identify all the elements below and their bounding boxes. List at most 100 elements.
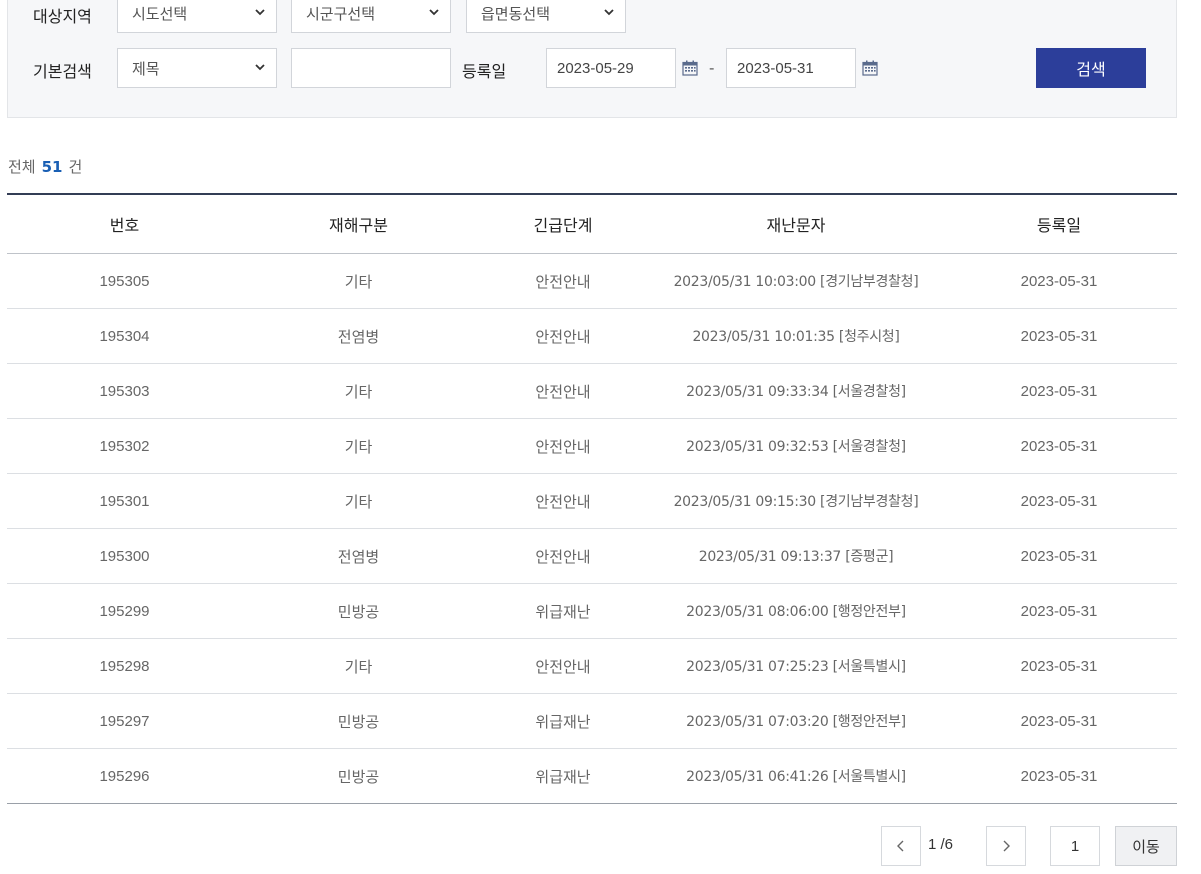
cell-disaster-type: 민방공 [337,712,380,731]
cell-reg-date: 2023-05-31 [1020,437,1098,455]
total-count-value: 51 [41,158,63,176]
cell-emergency-level: 안전안내 [535,437,591,456]
cell-disaster-type: 기타 [344,272,373,291]
cell-emergency-level: 위급재난 [535,602,591,621]
cell-reg-date: 2023-05-31 [1020,712,1098,730]
total-prefix: 전체 [8,158,36,176]
cell-emergency-level: 안전안내 [535,547,591,566]
prev-page-button[interactable] [881,826,921,866]
cell-message[interactable]: 2023/05/31 09:32:53 [서울경찰청] [651,436,941,456]
search-keyword-input[interactable] [291,48,451,88]
cell-number: 195303 [99,382,150,400]
table-body: 195305 기타 안전안내 2023/05/31 10:03:00 [경기남부경찰청… [7,254,1177,804]
table-row[interactable]: 195297 민방공 위급재난 2023/05/31 07:03:20 [행정안전부]… [7,694,1177,749]
table-row[interactable]: 195296 민방공 위급재난 2023/05/31 06:41:26 [서울특별시]… [7,749,1177,804]
cell-number: 195299 [99,602,150,620]
chevron-down-icon [255,9,265,16]
search-field-select[interactable]: 제목 [117,48,277,88]
disaster-message-table: 번호 재해구분 긴급단계 재난문자 등록일 195305 기타 안전안내 2023/0… [7,193,1177,804]
cell-message[interactable]: 2023/05/31 07:25:23 [서울특별시] [651,656,941,676]
cell-number: 195301 [99,492,150,510]
chevron-left-icon [897,840,904,852]
search-button[interactable]: 검색 [1036,48,1146,88]
cell-number: 195298 [99,657,150,675]
cell-emergency-level: 안전안내 [535,272,591,291]
date-separator: - [709,59,715,77]
cell-reg-date: 2023-05-31 [1020,382,1098,400]
next-page-button[interactable] [986,826,1026,866]
table-row[interactable]: 195300 전염병 안전안내 2023/05/31 09:13:37 [증평군] 20… [7,529,1177,584]
table-row[interactable]: 195303 기타 안전안내 2023/05/31 09:33:34 [서울경찰청] 2… [7,364,1177,419]
header-disaster-type: 재해구분 [329,216,388,235]
cell-reg-date: 2023-05-31 [1020,492,1098,510]
cell-number: 195304 [99,327,150,345]
cell-emergency-level: 안전안내 [535,382,591,401]
cell-message[interactable]: 2023/05/31 10:01:35 [청주시청] [651,326,941,346]
table-row[interactable]: 195304 전염병 안전안내 2023/05/31 10:01:35 [청주시청] 2… [7,309,1177,364]
table-row[interactable]: 195301 기타 안전안내 2023/05/31 09:15:30 [경기남부경찰청… [7,474,1177,529]
cell-emergency-level: 위급재난 [535,767,591,786]
cell-disaster-type: 전염병 [337,327,380,346]
cell-disaster-type: 민방공 [337,767,380,786]
region-label: 대상지역 [33,7,92,26]
chevron-down-icon [429,9,439,16]
total-suffix: 건 [68,158,83,176]
cell-message[interactable]: 2023/05/31 09:13:37 [증평군] [651,546,941,566]
calendar-icon[interactable] [862,60,878,76]
date-to-input[interactable]: 2023-05-31 [726,48,856,88]
cell-number: 195297 [99,712,150,730]
cell-disaster-type: 전염병 [337,547,380,566]
cell-reg-date: 2023-05-31 [1020,547,1098,565]
table-row[interactable]: 195299 민방공 위급재난 2023/05/31 08:06:00 [행정안전부]… [7,584,1177,639]
table-row[interactable]: 195298 기타 안전안내 2023/05/31 07:25:23 [서울특별시] 2… [7,639,1177,694]
go-page-button[interactable]: 이동 [1115,826,1177,866]
cell-reg-date: 2023-05-31 [1020,657,1098,675]
cell-number: 195305 [99,272,150,290]
cell-message[interactable]: 2023/05/31 10:03:00 [경기남부경찰청] [651,271,941,291]
date-from-input[interactable]: 2023-05-29 [546,48,676,88]
cell-number: 195300 [99,547,150,565]
cell-message[interactable]: 2023/05/31 09:15:30 [경기남부경찰청] [651,491,941,511]
chevron-down-icon [255,64,265,71]
sido-select-value: 시도선택 [132,4,188,23]
table-header: 번호 재해구분 긴급단계 재난문자 등록일 [7,195,1177,254]
total-count: 전체 51 건 [8,156,82,177]
cell-message[interactable]: 2023/05/31 09:33:34 [서울경찰청] [651,381,941,401]
search-field-select-value: 제목 [132,59,160,78]
cell-number: 195302 [99,437,150,455]
cell-reg-date: 2023-05-31 [1020,272,1098,290]
cell-emergency-level: 안전안내 [535,657,591,676]
eupmyeondong-select[interactable]: 읍면동선택 [466,0,626,33]
table-row[interactable]: 195302 기타 안전안내 2023/05/31 09:32:53 [서울경찰청] 2… [7,419,1177,474]
calendar-icon[interactable] [682,60,698,76]
cell-disaster-type: 기타 [344,382,373,401]
cell-emergency-level: 안전안내 [535,492,591,511]
sigungu-select-value: 시군구선택 [306,4,376,23]
chevron-down-icon [604,9,614,16]
header-emergency-level: 긴급단계 [533,216,593,235]
cell-emergency-level: 위급재난 [535,712,591,731]
header-reg-date: 등록일 [1036,216,1082,235]
table-row[interactable]: 195305 기타 안전안내 2023/05/31 10:03:00 [경기남부경찰청… [7,254,1177,309]
cell-number: 195296 [99,767,150,785]
page-info: 1 /6 [928,836,954,853]
cell-reg-date: 2023-05-31 [1020,602,1098,620]
cell-disaster-type: 민방공 [337,602,380,621]
cell-message[interactable]: 2023/05/31 08:06:00 [행정안전부] [651,601,941,621]
header-number: 번호 [109,216,140,235]
cell-disaster-type: 기타 [344,492,373,511]
cell-reg-date: 2023-05-31 [1020,767,1098,785]
eupmyeondong-select-value: 읍면동선택 [481,4,551,23]
cell-message[interactable]: 2023/05/31 07:03:20 [행정안전부] [651,711,941,731]
cell-disaster-type: 기타 [344,437,373,456]
cell-message[interactable]: 2023/05/31 06:41:26 [서울특별시] [651,766,941,786]
reg-date-label: 등록일 [462,62,507,81]
sido-select[interactable]: 시도선택 [117,0,277,33]
page-number-input[interactable]: 1 [1050,826,1100,866]
cell-emergency-level: 안전안내 [535,327,591,346]
chevron-right-icon [1003,840,1010,852]
sigungu-select[interactable]: 시군구선택 [291,0,451,33]
cell-reg-date: 2023-05-31 [1020,327,1098,345]
header-message: 재난문자 [766,216,826,235]
cell-disaster-type: 기타 [344,657,373,676]
